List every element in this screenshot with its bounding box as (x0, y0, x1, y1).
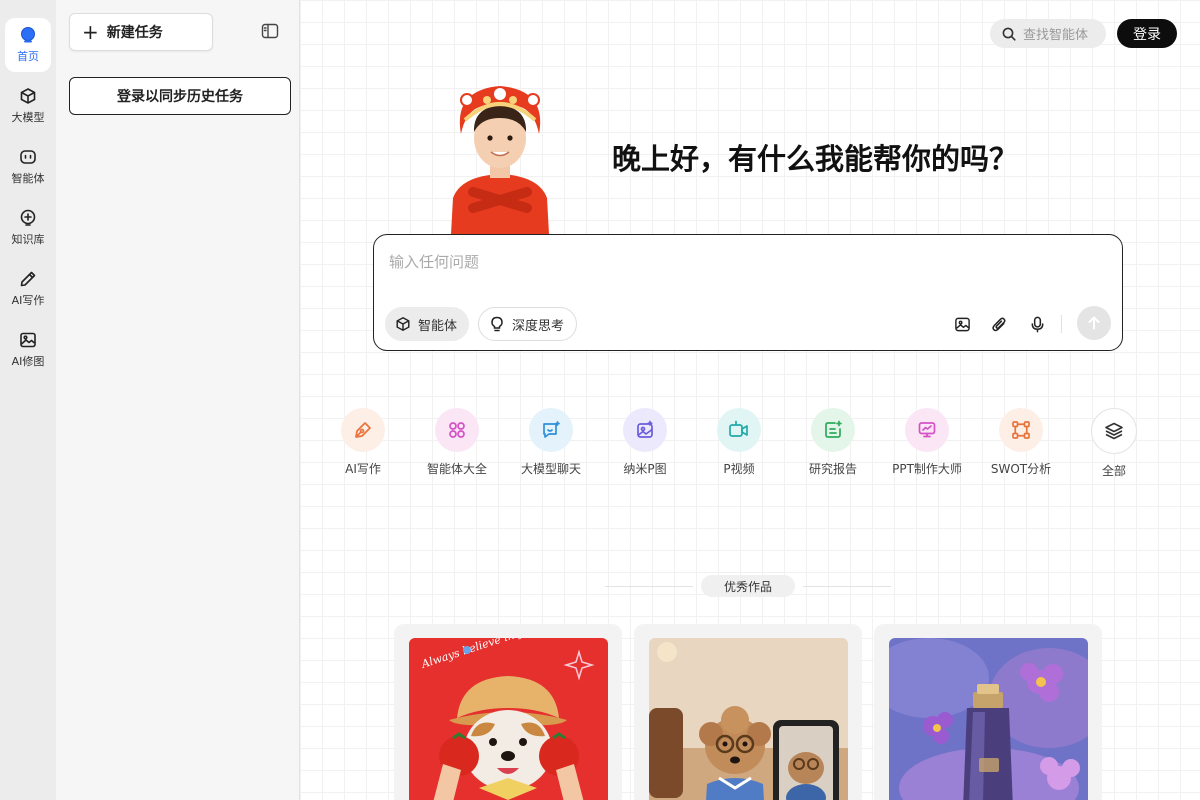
rail-item-label: AI写作 (11, 294, 45, 307)
left-nav-rail: 首页 大模型 智能体 知识库 AI写作 AI修图 (0, 0, 56, 800)
feature-label: AI写作 (345, 462, 381, 476)
photo-edit-icon (635, 420, 655, 440)
feature-research-report[interactable]: 研究报告 (785, 408, 881, 477)
feature-icon-circle (1091, 408, 1137, 454)
attachment-icon[interactable] (989, 314, 1009, 334)
feature-icon-circle (905, 408, 949, 452)
rail-item-ai-retouch[interactable]: AI修图 (5, 323, 51, 377)
agent-search-input[interactable]: 查找智能体 (990, 19, 1106, 48)
report-icon (823, 420, 843, 440)
feature-agent-directory[interactable]: 智能体大全 (409, 408, 505, 477)
rail-item-label: 知识库 (11, 233, 45, 246)
poodle-mirror-card[interactable] (634, 624, 862, 800)
showcase-image (889, 638, 1088, 800)
home-icon (19, 26, 37, 44)
feature-nano-photo[interactable]: 纳米P图 (597, 408, 693, 477)
prompt-composer: 输入任何问题 智能体 深度思考 (373, 234, 1123, 351)
feature-label: 大模型聊天 (520, 462, 581, 476)
perfume-flowers-card[interactable] (874, 624, 1102, 800)
send-button[interactable] (1077, 306, 1111, 340)
layers-icon (1104, 421, 1124, 441)
image-upload-icon[interactable] (952, 314, 972, 334)
feature-icon-circle (717, 408, 761, 452)
rail-item-agents[interactable]: 智能体 (5, 140, 51, 194)
rail-item-label: 智能体 (11, 172, 45, 185)
section-divider-left (605, 586, 693, 587)
feature-label: 研究报告 (808, 462, 857, 476)
collapse-sidebar-icon[interactable] (261, 22, 279, 40)
search-icon (1002, 27, 1016, 41)
agent-mode-label: 智能体 (418, 318, 458, 334)
toolbar-divider (1061, 315, 1062, 333)
nodes-icon (1011, 420, 1031, 440)
rail-item-label: AI修图 (11, 355, 45, 368)
feature-label: SWOT分析 (990, 462, 1052, 476)
pen-icon (19, 270, 37, 288)
plus-icon: + (82, 20, 99, 44)
mascot-illustration (443, 80, 558, 234)
feature-swot-analysis[interactable]: SWOT分析 (973, 408, 1069, 477)
rail-item-models[interactable]: 大模型 (5, 79, 51, 133)
new-task-label: 新建任务 (106, 25, 163, 41)
microphone-icon[interactable] (1027, 314, 1047, 334)
rail-item-ai-writing[interactable]: AI写作 (5, 262, 51, 316)
feature-all[interactable]: 全部 (1066, 408, 1162, 479)
feature-label: PPT制作大师 (892, 462, 962, 476)
history-panel: + 新建任务 登录以同步历史任务 (56, 0, 300, 800)
feature-icon-circle (341, 408, 385, 452)
dog-tomato-card[interactable]: Always believe in yourself... (394, 624, 622, 800)
feature-ai-writing[interactable]: AI写作 (315, 408, 411, 477)
greeting-title: 晚上好，有什么我能帮你的吗？ (612, 142, 1019, 176)
rail-item-knowledge[interactable]: 知识库 (5, 201, 51, 255)
chat-icon (541, 420, 561, 440)
new-task-button[interactable]: + 新建任务 (69, 13, 213, 51)
feature-label: 纳米P图 (623, 462, 667, 476)
feature-label: 智能体大全 (426, 462, 487, 476)
feature-label: P视频 (723, 462, 755, 476)
presentation-icon (917, 420, 937, 440)
showcase-image (649, 638, 848, 800)
arrow-up-icon (1086, 315, 1102, 331)
cube-icon (19, 87, 37, 105)
search-placeholder: 查找智能体 (1023, 28, 1089, 43)
rail-item-label: 大模型 (11, 111, 45, 124)
login-sync-button[interactable]: 登录以同步历史任务 (69, 77, 291, 115)
feature-icon-circle (999, 408, 1043, 452)
section-divider-right (803, 586, 891, 587)
feature-icon-circle (529, 408, 573, 452)
robot-icon (19, 148, 37, 166)
lightbulb-icon (489, 316, 505, 332)
rail-item-label: 首页 (17, 50, 39, 63)
feature-model-chat[interactable]: 大模型聊天 (503, 408, 599, 477)
deep-think-chip[interactable]: 深度思考 (478, 307, 578, 341)
feature-icon-circle (623, 408, 667, 452)
image-icon (19, 331, 37, 349)
grid-icon (447, 420, 467, 440)
deep-think-label: 深度思考 (512, 318, 565, 334)
agent-mode-chip[interactable]: 智能体 (385, 307, 470, 341)
main-area: 查找智能体 登录 晚上好，有什么我能帮你的吗？ 输入任何问题 智能体 深度思考 … (300, 0, 1200, 800)
showcase-image: Always believe in yourself... (409, 638, 608, 800)
feature-ppt-master[interactable]: PPT制作大师 (879, 408, 975, 477)
feature-icon-circle (811, 408, 855, 452)
feature-label: 全部 (1101, 464, 1126, 478)
feature-icon-circle (435, 408, 479, 452)
prompt-input[interactable]: 输入任何问题 (389, 251, 479, 272)
cube-icon (395, 316, 411, 332)
video-icon (728, 420, 750, 440)
pen-nib-icon (353, 420, 373, 440)
login-button[interactable]: 登录 (1117, 19, 1177, 48)
feature-p-video[interactable]: P视频 (691, 408, 787, 477)
showcase-title: 优秀作品 (701, 575, 795, 597)
knowledge-icon (19, 209, 37, 227)
rail-item-home[interactable]: 首页 (5, 18, 51, 72)
